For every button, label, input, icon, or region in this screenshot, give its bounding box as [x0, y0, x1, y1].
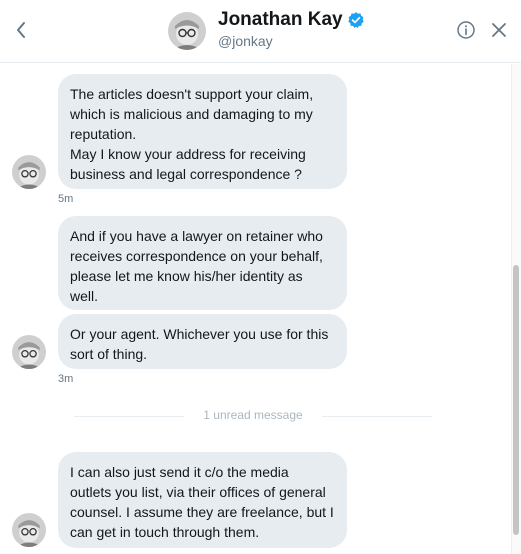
message-timestamp: 3m: [58, 373, 74, 385]
close-button[interactable]: [490, 21, 508, 39]
info-icon: [457, 21, 475, 39]
contact-name-text: Jonathan Kay: [218, 9, 343, 30]
sender-avatar[interactable]: [12, 513, 46, 547]
scrollbar-thumb[interactable]: [513, 265, 519, 535]
contact-name[interactable]: Jonathan Kay: [218, 9, 365, 31]
conversation-header: Jonathan Kay @jonkay: [0, 0, 521, 63]
verified-badge-icon: [347, 12, 364, 29]
message-bubble[interactable]: Or your agent. Whichever you use for thi…: [58, 314, 347, 369]
sender-avatar[interactable]: [12, 155, 46, 189]
message-bubble[interactable]: I can also just send it c/o the media ou…: [58, 452, 347, 548]
sender-avatar[interactable]: [12, 335, 46, 369]
header-avatar[interactable]: [168, 12, 206, 50]
message-bubble[interactable]: And if you have a lawyer on retainer who…: [58, 216, 347, 310]
info-button[interactable]: [456, 20, 476, 40]
message-timestamp: 5m: [58, 193, 74, 205]
contact-handle: @jonkay: [218, 33, 273, 49]
unread-divider-line-right: [322, 416, 432, 417]
close-icon: [492, 23, 506, 37]
chevron-left-icon: [17, 22, 25, 38]
message-bubble[interactable]: The articles doesn't support your claim,…: [58, 74, 347, 189]
unread-divider-label: 1 unread message: [203, 408, 303, 422]
back-button[interactable]: [10, 18, 32, 42]
